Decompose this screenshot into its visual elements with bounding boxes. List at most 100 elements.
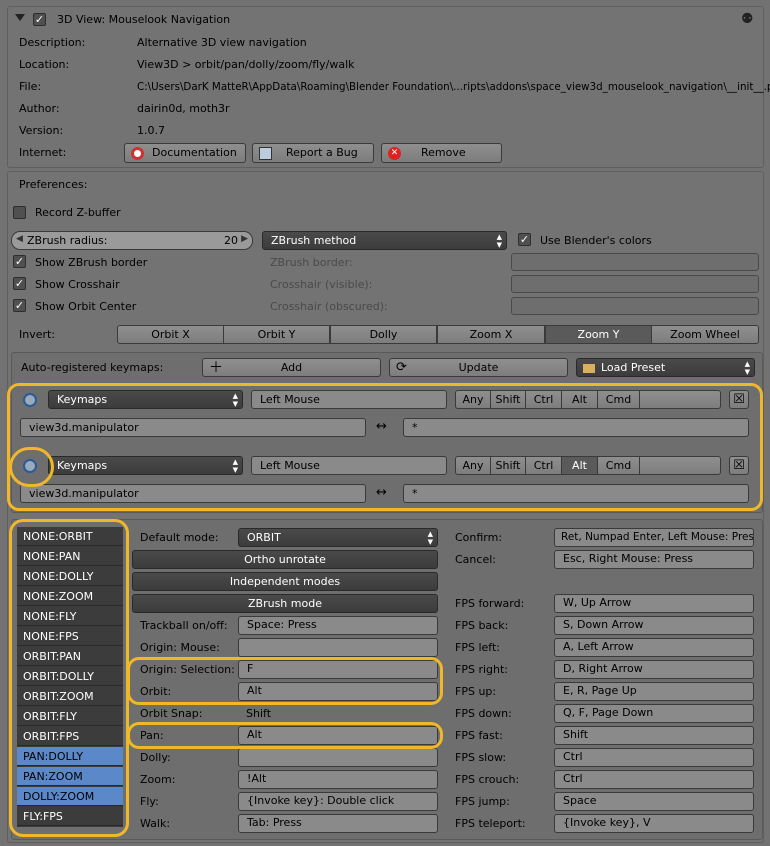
independent-modes-label: Independent modes [229,575,341,588]
add-keymap-button[interactable]: ＋ Add [202,358,381,377]
dolly-field[interactable] [238,748,438,767]
keymap-1-mod-extra[interactable] [639,390,721,409]
keymap-1-mod-alt[interactable]: Alt [561,390,598,409]
increment-arrow-icon[interactable]: ▶ [241,234,248,244]
invert-zoom-x[interactable]: Zoom X [437,325,545,344]
mode-item[interactable]: ORBIT:FLY [17,707,123,726]
mode-item-selected[interactable]: PAN:DOLLY [17,747,123,766]
mode-item[interactable]: NONE:ORBIT [17,527,123,546]
keymap-2-mod-alt[interactable]: Alt [561,456,598,475]
keymap-1-remove-button[interactable]: ☒ [729,390,749,409]
keymap-2-mod-ctrl[interactable]: Ctrl [525,456,562,475]
update-keymaps-button[interactable]: ⟳ Update [389,358,568,377]
keymap-1-mod-cmd[interactable]: Cmd [597,390,640,409]
invert-zoom-y[interactable]: Zoom Y [545,325,652,344]
walk-field[interactable]: Tab: Press [238,814,438,833]
zbrush-border-color[interactable] [511,253,759,271]
mode-item[interactable]: FLY:FPS [17,807,123,826]
keymap-1-mod-ctrl[interactable]: Ctrl [525,390,562,409]
confirm-field[interactable]: Ret, Numpad Enter, Left Mouse: Press [554,528,754,547]
zbrush-radius-label: ZBrush radius: [27,234,108,247]
fps-jump-field[interactable]: Space [554,792,754,811]
mode-item-selected[interactable]: PAN:ZOOM [17,767,123,786]
zbrush-radius-slider[interactable]: ◀ ZBrush radius: 20 ▶ [11,231,253,250]
fps-right-field[interactable]: D, Right Arrow [554,660,754,679]
mode-item[interactable]: NONE:FLY [17,607,123,626]
mode-item[interactable]: NONE:FPS [17,627,123,646]
keymap-2-remove-button[interactable]: ☒ [729,456,749,475]
default-mode-dropdown[interactable]: ORBIT ▲ ▼ [238,528,438,547]
mode-item[interactable]: NONE:PAN [17,547,123,566]
mode-item[interactable]: ORBIT:DOLLY [17,667,123,686]
origin-selection-field[interactable]: F [238,660,438,679]
fps-teleport-field[interactable]: {Invoke key}, V [554,814,754,833]
keymap-2-mode-field[interactable]: * [403,484,749,503]
keymap-2-mod-cmd[interactable]: Cmd [597,456,640,475]
orbit-snap-value[interactable]: Shift [246,707,271,721]
use-blender-colors-checkbox[interactable]: ✓ [518,233,531,246]
mode-item-selected[interactable]: DOLLY:ZOOM [17,787,123,806]
keymap-1-type-dropdown[interactable]: Keymaps ▲ ▼ [48,390,243,409]
fps-back-field[interactable]: S, Down Arrow [554,616,754,635]
addon-enabled-checkbox[interactable]: ✓ [33,13,46,26]
fps-crouch-field[interactable]: Ctrl [554,770,754,789]
modes-list: NONE:ORBIT NONE:PAN NONE:DOLLY NONE:ZOOM… [17,527,123,827]
show-zbrush-border-checkbox[interactable]: ✓ [13,255,26,268]
keymap-2-mod-any[interactable]: Any [455,456,491,475]
cancel-field[interactable]: Esc, Right Mouse: Press [554,550,754,569]
keymap-1-operator-field[interactable]: view3d.manipulator [20,418,366,437]
keymap-1-mode-field[interactable]: * [403,418,749,437]
load-preset-dropdown[interactable]: Load Preset ▲ ▼ [576,358,755,377]
close-icon: ☒ [733,392,745,407]
invert-dolly[interactable]: Dolly [330,325,437,344]
crosshair-visible-color[interactable] [511,275,759,293]
ortho-unrotate-toggle[interactable]: Ortho unrotate [132,550,438,569]
mode-item[interactable]: NONE:DOLLY [17,567,123,586]
orbit-field[interactable]: Alt [238,682,438,701]
fps-up-field[interactable]: E, R, Page Up [554,682,754,701]
keymap-2-mod-shift[interactable]: Shift [490,456,526,475]
fps-forward-field[interactable]: W, Up Arrow [554,594,754,613]
fly-label: Fly: [140,795,159,808]
origin-mouse-field[interactable] [238,638,438,657]
zbrush-method-dropdown[interactable]: ZBrush method ▲ ▼ [262,231,507,250]
pan-field[interactable]: Alt [238,726,438,745]
documentation-button[interactable]: Documentation [124,143,246,163]
fly-field[interactable]: {Invoke key}: Double click [238,792,438,811]
collapse-arrow-icon[interactable] [15,14,25,21]
invert-zoom-wheel[interactable]: Zoom Wheel [651,325,759,344]
show-orbit-center-checkbox[interactable]: ✓ [13,299,26,312]
fps-slow-field[interactable]: Ctrl [554,748,754,767]
keymap-1-active-toggle[interactable] [23,393,37,407]
keymap-1-key-field[interactable]: Left Mouse [251,390,447,409]
keymap-2-operator-field[interactable]: view3d.manipulator [20,484,366,503]
mode-item[interactable]: ORBIT:ZOOM [17,687,123,706]
fps-down-field[interactable]: Q, F, Page Down [554,704,754,723]
remove-button[interactable]: ✕ Remove [381,143,502,163]
refresh-icon: ⟳ [396,360,407,375]
mode-item[interactable]: NONE:ZOOM [17,587,123,606]
invert-orbit-x[interactable]: Orbit X [117,325,224,344]
independent-modes-toggle[interactable]: Independent modes [132,572,438,591]
zbrush-radius-value: 20 [224,234,238,247]
record-zbuffer-checkbox[interactable] [13,206,26,219]
keymap-2-mod-extra[interactable] [639,456,721,475]
keymap-2-key-field[interactable]: Left Mouse [251,456,447,475]
report-bug-button[interactable]: Report a Bug [252,143,374,163]
trackball-field[interactable]: Space: Press [238,616,438,635]
crosshair-obscured-color[interactable] [511,297,759,315]
keymap-1-mod-any[interactable]: Any [455,390,491,409]
keymap-1-mod-shift[interactable]: Shift [490,390,526,409]
show-crosshair-checkbox[interactable]: ✓ [13,277,26,290]
mode-item[interactable]: ORBIT:PAN [17,647,123,666]
decrement-arrow-icon[interactable]: ◀ [16,234,23,244]
fps-fast-field[interactable]: Shift [554,726,754,745]
keymap-2-active-toggle[interactable] [23,459,37,473]
invert-orbit-y[interactable]: Orbit Y [223,325,330,344]
mode-item[interactable]: ORBIT:FPS [17,727,123,746]
zbrush-mode-toggle[interactable]: ZBrush mode [132,594,438,613]
fps-left-field[interactable]: A, Left Arrow [554,638,754,657]
default-mode-label: Default mode: [140,531,219,544]
zoom-field[interactable]: !Alt [238,770,438,789]
keymap-2-type-dropdown[interactable]: Keymaps ▲ ▼ [48,456,243,475]
